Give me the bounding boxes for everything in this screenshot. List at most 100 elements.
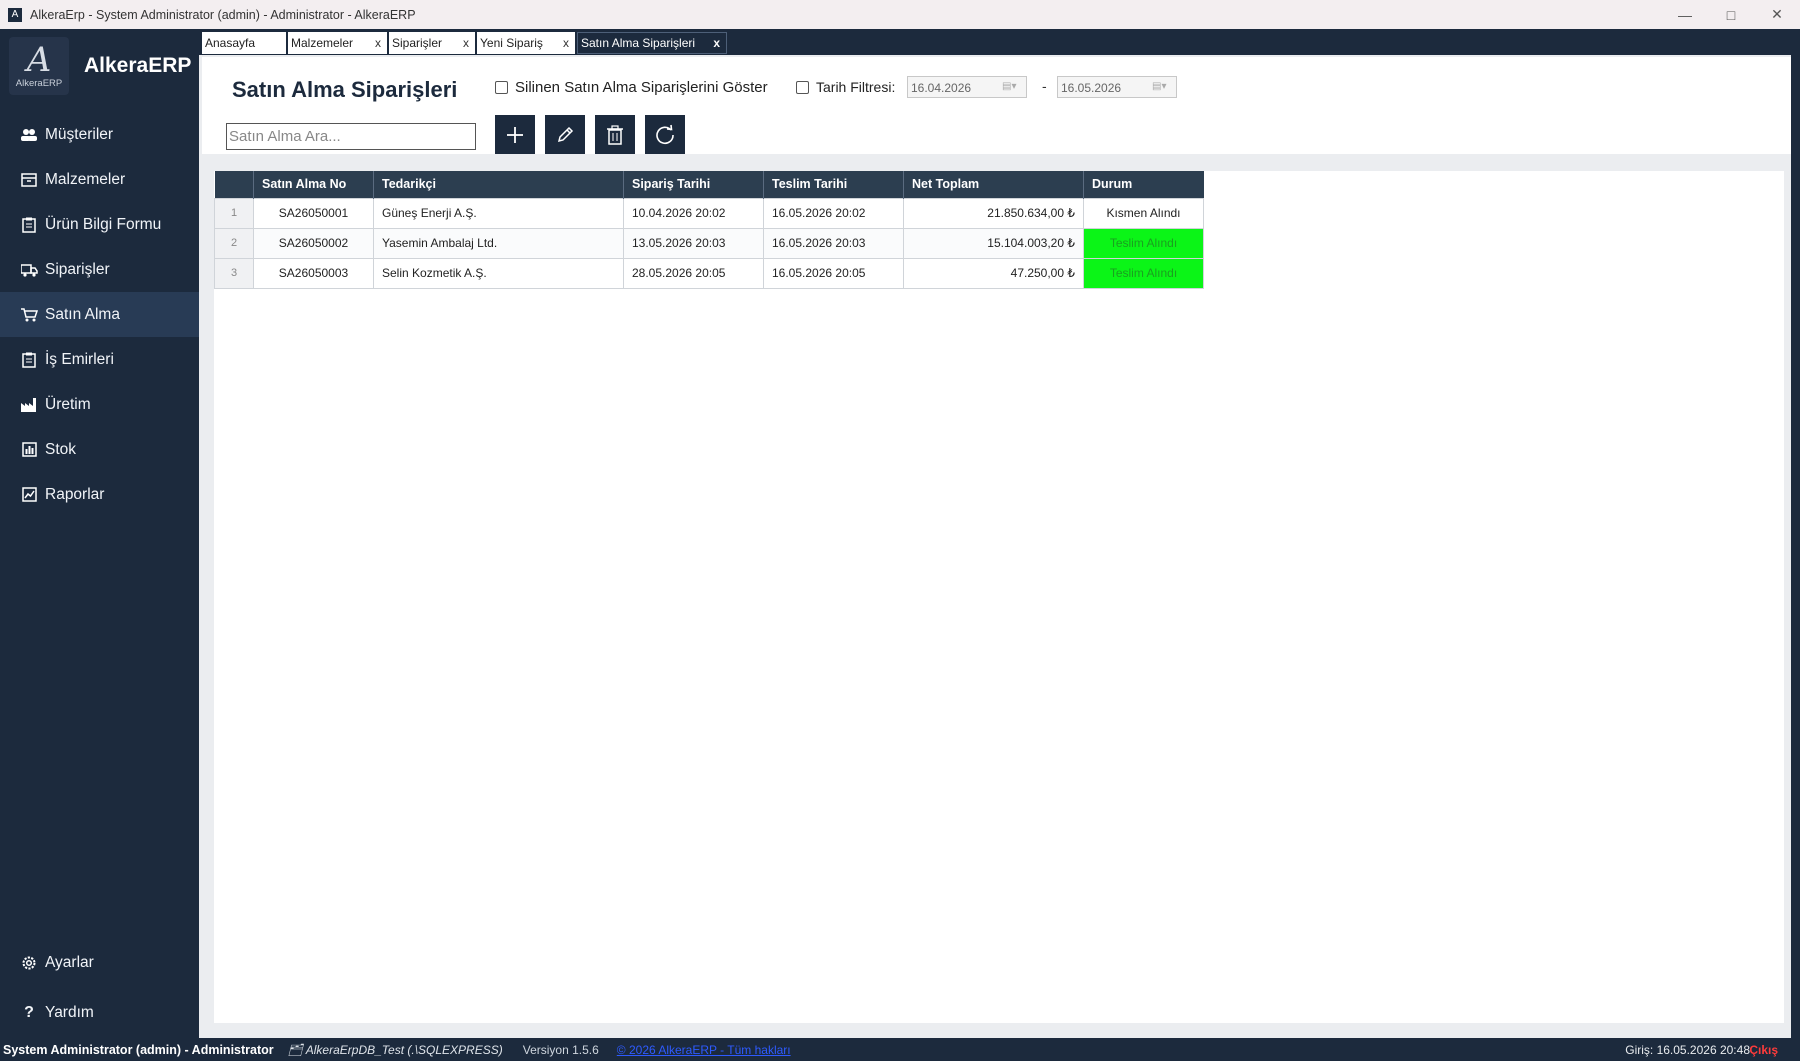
tab-yeni-siparis[interactable]: Yeni Sipariş x bbox=[477, 32, 575, 54]
tab-close-icon[interactable]: x bbox=[713, 36, 720, 50]
tab-label: Yeni Sipariş bbox=[480, 36, 543, 50]
table-header-row: Satın Alma No Tedarikçi Sipariş Tarihi T… bbox=[214, 171, 1204, 198]
cell-po-number[interactable]: SA26050002 bbox=[253, 227, 374, 259]
calendar-icon[interactable]: ▤▾ bbox=[1152, 81, 1170, 93]
cell-status[interactable]: Kısmen Alındı bbox=[1083, 197, 1204, 229]
cell-status[interactable]: Teslim Alındı bbox=[1083, 257, 1204, 289]
search-input[interactable]: Satın Alma Ara... bbox=[226, 123, 476, 150]
sidebar-item-label: Üretim bbox=[45, 395, 91, 413]
cart-icon bbox=[20, 307, 38, 323]
column-header[interactable]: Teslim Tarihi bbox=[763, 171, 904, 198]
cell-status[interactable]: Teslim Alındı bbox=[1083, 227, 1204, 259]
close-icon[interactable]: ✕ bbox=[1754, 0, 1800, 29]
sidebar-item-yardim[interactable]: ? Yardım bbox=[0, 988, 199, 1038]
checkbox-box[interactable] bbox=[796, 80, 809, 94]
sidebar-item-is-emirleri[interactable]: İş Emirleri bbox=[0, 337, 199, 382]
table-row[interactable]: 2 SA26050002 Yasemin Ambalaj Ltd. 13.05.… bbox=[214, 227, 1204, 259]
date-filter-checkbox[interactable]: Tarih Filtresi: bbox=[796, 79, 895, 95]
column-header[interactable]: Net Toplam bbox=[903, 171, 1084, 198]
status-bar: System Administrator (admin) - Administr… bbox=[0, 1038, 1800, 1061]
column-header[interactable]: Tedarikçi bbox=[373, 171, 624, 198]
cell-delivery-date[interactable]: 16.05.2026 20:02 bbox=[763, 197, 904, 229]
sidebar-item-label: Yardım bbox=[45, 1004, 94, 1021]
window-controls: — □ ✕ bbox=[1662, 0, 1800, 29]
status-user: System Administrator (admin) - Administr… bbox=[3, 1042, 274, 1057]
sidebar-item-malzemeler[interactable]: Malzemeler bbox=[0, 157, 199, 202]
search-placeholder: Satın Alma Ara... bbox=[229, 128, 341, 145]
tab-close-icon[interactable]: x bbox=[463, 36, 469, 50]
cell-delivery-date[interactable]: 16.05.2026 20:03 bbox=[763, 227, 904, 259]
cell-supplier[interactable]: Güneş Enerji A.Ş. bbox=[373, 197, 624, 229]
checkbox-box[interactable] bbox=[495, 81, 508, 94]
status-login-time: Giriş: 16.05.2026 20:48 bbox=[1625, 1042, 1750, 1057]
show-deleted-checkbox[interactable]: Silinen Satın Alma Siparişlerini Göster bbox=[495, 79, 768, 96]
box-icon bbox=[20, 172, 38, 188]
clipboard-list-icon bbox=[20, 352, 38, 368]
cell-net-total[interactable]: 47.250,00 ₺ bbox=[903, 257, 1084, 289]
cell-net-total[interactable]: 15.104.003,20 ₺ bbox=[903, 227, 1084, 259]
sidebar-item-label: Malzemeler bbox=[45, 170, 126, 188]
table-row[interactable]: 1 SA26050001 Güneş Enerji A.Ş. 10.04.202… bbox=[214, 197, 1204, 229]
sidebar-item-label: Müşteriler bbox=[45, 125, 114, 143]
column-header[interactable]: Durum bbox=[1083, 171, 1204, 198]
question-icon: ? bbox=[24, 1004, 34, 1021]
sidebar-item-urun-bilgi-formu[interactable]: Ürün Bilgi Formu bbox=[0, 202, 199, 247]
column-header[interactable]: Sipariş Tarihi bbox=[623, 171, 764, 198]
cell-net-total[interactable]: 21.850.634,00 ₺ bbox=[903, 197, 1084, 229]
gear-icon bbox=[20, 955, 38, 971]
sidebar-item-siparisler[interactable]: Siparişler bbox=[0, 247, 199, 292]
add-button[interactable] bbox=[495, 115, 535, 154]
tab-malzemeler[interactable]: Malzemeler x bbox=[288, 32, 387, 54]
delete-button[interactable] bbox=[595, 115, 635, 154]
refresh-button[interactable] bbox=[645, 115, 685, 154]
cell-delivery-date[interactable]: 16.05.2026 20:05 bbox=[763, 257, 904, 289]
date-range-separator: - bbox=[1042, 78, 1047, 94]
sidebar-item-ayarlar[interactable]: Ayarlar bbox=[0, 938, 199, 988]
cell-order-date[interactable]: 13.05.2026 20:03 bbox=[623, 227, 764, 259]
row-header-corner bbox=[214, 171, 254, 198]
sidebar-item-raporlar[interactable]: Raporlar bbox=[0, 472, 199, 517]
tab-close-icon[interactable]: x bbox=[563, 36, 569, 50]
calendar-icon[interactable]: ▤▾ bbox=[1002, 81, 1020, 93]
table-row[interactable]: 3 SA26050003 Selin Kozmetik A.Ş. 28.05.2… bbox=[214, 257, 1204, 289]
sidebar-item-uretim[interactable]: Üretim bbox=[0, 382, 199, 427]
tab-siparisler[interactable]: Siparişler x bbox=[389, 32, 475, 54]
show-deleted-label: Silinen Satın Alma Siparişlerini Göster bbox=[515, 79, 768, 96]
tab-anasayfa[interactable]: Anasayfa bbox=[202, 32, 286, 54]
tab-label: Satın Alma Siparişleri bbox=[581, 36, 696, 50]
sidebar-item-musteriler[interactable]: Müşteriler bbox=[0, 112, 199, 157]
tab-satin-alma-siparisleri[interactable]: Satın Alma Siparişleri x bbox=[577, 32, 727, 54]
brand-name: AlkeraERP bbox=[84, 54, 192, 77]
cell-order-date[interactable]: 10.04.2026 20:02 bbox=[623, 197, 764, 229]
date-filter-label: Tarih Filtresi: bbox=[816, 79, 896, 95]
cell-supplier[interactable]: Selin Kozmetik A.Ş. bbox=[373, 257, 624, 289]
logout-link[interactable]: Çıkış bbox=[1749, 1043, 1778, 1057]
sidebar-item-satin-alma[interactable]: Satın Alma bbox=[0, 292, 199, 337]
sidebar-item-label: İş Emirleri bbox=[45, 350, 114, 368]
cell-order-date[interactable]: 28.05.2026 20:05 bbox=[623, 257, 764, 289]
document-tabs: Anasayfa Malzemeler x Siparişler x Yeni … bbox=[199, 29, 1800, 55]
header-panel: Satın Alma Siparişleri Silinen Satın Alm… bbox=[202, 57, 1791, 154]
status-copyright-link[interactable]: © 2026 AlkeraERP - Tüm hakları bbox=[617, 1043, 791, 1057]
sidebar-item-label: Ayarlar bbox=[45, 954, 94, 971]
date-from-picker[interactable]: 16.04.2026 ▤▾ bbox=[907, 76, 1027, 98]
sidebar-item-label: Ürün Bilgi Formu bbox=[45, 215, 162, 233]
brand: A AlkeraERP AlkeraERP bbox=[0, 29, 199, 103]
sidebar-item-label: Stok bbox=[45, 440, 77, 458]
tab-label: Siparişler bbox=[392, 36, 443, 50]
status-version: Versiyon 1.5.6 bbox=[522, 1042, 599, 1057]
column-header[interactable]: Satın Alma No bbox=[253, 171, 374, 198]
cell-supplier[interactable]: Yasemin Ambalaj Ltd. bbox=[373, 227, 624, 259]
maximize-icon[interactable]: □ bbox=[1708, 0, 1754, 29]
date-to-picker[interactable]: 16.05.2026 ▤▾ bbox=[1057, 76, 1177, 98]
truck-icon bbox=[20, 262, 38, 278]
edit-button[interactable] bbox=[545, 115, 585, 154]
minimize-icon[interactable]: — bbox=[1662, 0, 1708, 29]
cell-po-number[interactable]: SA26050001 bbox=[253, 197, 374, 229]
sidebar-bottom: Ayarlar ? Yardım bbox=[0, 938, 199, 1038]
sidebar-item-stok[interactable]: Stok bbox=[0, 427, 199, 472]
tab-close-icon[interactable]: x bbox=[375, 36, 381, 50]
cell-po-number[interactable]: SA26050003 bbox=[253, 257, 374, 289]
status-database-text: AlkeraErpDB_Test (.\SQLEXPRESS) bbox=[305, 1042, 503, 1057]
row-number: 1 bbox=[214, 197, 254, 229]
